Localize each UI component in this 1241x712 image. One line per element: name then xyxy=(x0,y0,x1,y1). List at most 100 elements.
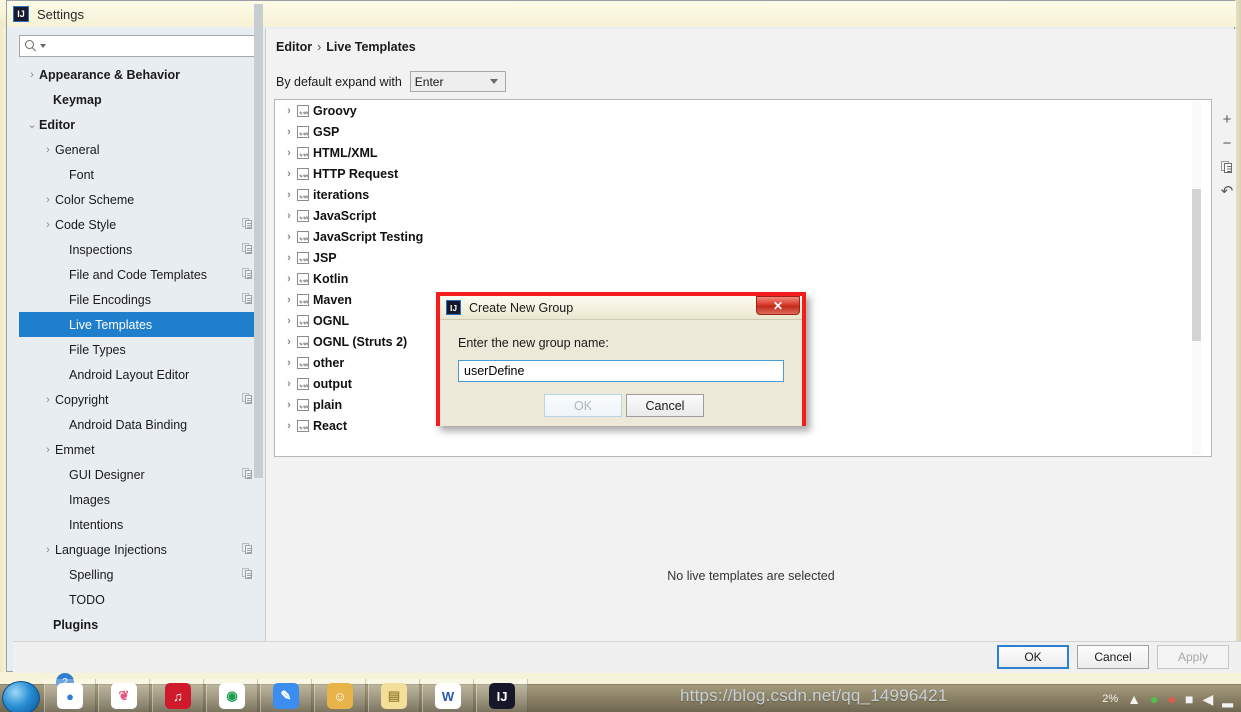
copy-settings-icon[interactable] xyxy=(242,468,253,480)
chevron-right-icon[interactable]: › xyxy=(41,444,55,456)
template-group-checkbox[interactable] xyxy=(297,167,309,180)
chevron-right-icon[interactable]: › xyxy=(281,420,297,432)
template-group-checkbox[interactable] xyxy=(297,188,309,201)
taskbar-item[interactable]: ☺ xyxy=(314,679,366,712)
template-group-checkbox[interactable] xyxy=(297,356,309,369)
dialog-cancel-button[interactable]: Cancel xyxy=(626,394,704,417)
copy-settings-icon[interactable] xyxy=(242,218,253,230)
sidebar-item-plugins[interactable]: Plugins xyxy=(19,612,259,637)
sidebar-item-emmet[interactable]: › Emmet xyxy=(19,437,259,462)
chevron-right-icon[interactable]: › xyxy=(281,273,297,285)
template-group-checkbox[interactable] xyxy=(297,335,309,348)
group-name-input[interactable] xyxy=(458,360,784,382)
network-tray-icon[interactable]: ▂ xyxy=(1222,691,1233,708)
taskbar-item[interactable]: ❦ xyxy=(98,679,150,712)
sidebar-item-keymap[interactable]: Keymap xyxy=(19,87,259,112)
sidebar-item-android-data-binding[interactable]: Android Data Binding xyxy=(19,412,259,437)
sidebar-item-inspections[interactable]: Inspections xyxy=(19,237,259,262)
chevron-right-icon[interactable]: › xyxy=(281,231,297,243)
chevron-right-icon[interactable]: › xyxy=(41,194,55,206)
sidebar-item-file-types[interactable]: File Types xyxy=(19,337,259,362)
sidebar-item-live-templates[interactable]: Live Templates xyxy=(19,312,259,337)
sidebar-item-language-injections[interactable]: › Language Injections xyxy=(19,537,259,562)
copy-settings-icon[interactable] xyxy=(242,243,253,255)
sidebar-item-images[interactable]: Images xyxy=(19,487,259,512)
template-group-checkbox[interactable] xyxy=(297,125,309,138)
chevron-right-icon[interactable]: › xyxy=(281,399,297,411)
revert-template-button[interactable]: ↶ xyxy=(1216,179,1238,203)
taskbar-item[interactable]: ✎ xyxy=(260,679,312,712)
usb-tray-icon[interactable]: ■ xyxy=(1185,691,1193,707)
template-group-checkbox[interactable] xyxy=(297,419,309,432)
settings-ok-button[interactable]: OK xyxy=(997,645,1069,669)
template-group-checkbox[interactable] xyxy=(297,104,309,117)
chevron-right-icon[interactable]: › xyxy=(281,378,297,390)
chevron-right-icon[interactable]: › xyxy=(281,315,297,327)
add-template-button[interactable]: + xyxy=(1216,107,1238,131)
sidebar-item-font[interactable]: Font xyxy=(19,162,259,187)
chevron-right-icon[interactable]: › xyxy=(41,394,55,406)
template-list-scrollbar-thumb[interactable] xyxy=(1192,189,1201,341)
close-icon[interactable]: ✕ xyxy=(756,296,800,315)
sidebar-item-spelling[interactable]: Spelling xyxy=(19,562,259,587)
duplicate-template-button[interactable] xyxy=(1216,155,1238,179)
search-input[interactable] xyxy=(49,38,258,54)
chevron-right-icon[interactable]: › xyxy=(41,544,55,556)
template-group-row[interactable]: › HTTP Request xyxy=(275,163,1195,184)
chevron-right-icon[interactable]: › xyxy=(281,336,297,348)
chevron-right-icon[interactable]: › xyxy=(281,189,297,201)
template-group-checkbox[interactable] xyxy=(297,146,309,159)
taskbar-item[interactable]: ♫ xyxy=(152,679,204,712)
sidebar-item-copyright[interactable]: › Copyright xyxy=(19,387,259,412)
template-group-row[interactable]: › JavaScript xyxy=(275,205,1195,226)
copy-settings-icon[interactable] xyxy=(242,393,253,405)
copy-settings-icon[interactable] xyxy=(242,268,253,280)
sidebar-scrollbar[interactable] xyxy=(254,4,263,580)
template-group-checkbox[interactable] xyxy=(297,251,309,264)
chevron-right-icon[interactable]: › xyxy=(281,168,297,180)
sidebar-item-appearance-behavior[interactable]: › Appearance & Behavior xyxy=(19,62,259,87)
chevron-right-icon[interactable]: › xyxy=(281,147,297,159)
template-group-checkbox[interactable] xyxy=(297,314,309,327)
template-group-row[interactable]: › JavaScript Testing xyxy=(275,226,1195,247)
sidebar-item-intentions[interactable]: Intentions xyxy=(19,512,259,537)
chevron-right-icon[interactable]: › xyxy=(41,144,55,156)
sidebar-item-color-scheme[interactable]: › Color Scheme xyxy=(19,187,259,212)
chevron-right-icon[interactable]: › xyxy=(281,252,297,264)
sidebar-item-android-layout-editor[interactable]: Android Layout Editor xyxy=(19,362,259,387)
qq-tray-icon[interactable]: ● xyxy=(1168,691,1176,707)
expand-with-select-wrap[interactable]: EnterTabSpaceNone xyxy=(402,71,506,92)
template-group-checkbox[interactable] xyxy=(297,272,309,285)
copy-settings-icon[interactable] xyxy=(242,543,253,555)
chevron-right-icon[interactable]: › xyxy=(41,219,55,231)
settings-search-box[interactable] xyxy=(19,35,259,57)
chevron-right-icon[interactable]: › xyxy=(281,105,297,117)
chevron-down-icon[interactable]: ⌄ xyxy=(25,118,39,131)
chevron-right-icon[interactable]: › xyxy=(25,69,39,81)
sidebar-item-todo[interactable]: TODO xyxy=(19,587,259,612)
expand-with-select[interactable]: EnterTabSpaceNone xyxy=(409,71,506,92)
show-hidden-icons-icon[interactable]: ▲ xyxy=(1127,691,1141,707)
copy-settings-icon[interactable] xyxy=(242,293,253,305)
template-group-row[interactable]: › Kotlin xyxy=(275,268,1195,289)
template-group-row[interactable]: › HTML/XML xyxy=(275,142,1195,163)
volume-tray-icon[interactable]: ◀ xyxy=(1202,691,1213,708)
taskbar-item[interactable]: ▤ xyxy=(368,679,420,712)
copy-settings-icon[interactable] xyxy=(242,568,253,580)
template-list-scrollbar[interactable] xyxy=(1192,101,1201,455)
template-group-checkbox[interactable] xyxy=(297,209,309,222)
dialog-ok-button[interactable]: OK xyxy=(544,394,622,417)
sidebar-item-general[interactable]: › General xyxy=(19,137,259,162)
template-group-checkbox[interactable] xyxy=(297,230,309,243)
template-group-row[interactable]: › JSP xyxy=(275,247,1195,268)
taskbar-item[interactable]: ◉ xyxy=(206,679,258,712)
chevron-right-icon[interactable]: › xyxy=(281,126,297,138)
chevron-right-icon[interactable]: › xyxy=(281,294,297,306)
template-group-checkbox[interactable] xyxy=(297,293,309,306)
chevron-right-icon[interactable]: › xyxy=(281,210,297,222)
sidebar-item-editor[interactable]: ⌄ Editor xyxy=(19,112,259,137)
template-group-row[interactable]: › GSP xyxy=(275,121,1195,142)
breadcrumb-parent[interactable]: Editor xyxy=(276,40,312,54)
template-group-checkbox[interactable] xyxy=(297,398,309,411)
template-group-row[interactable]: › Groovy xyxy=(275,100,1195,121)
